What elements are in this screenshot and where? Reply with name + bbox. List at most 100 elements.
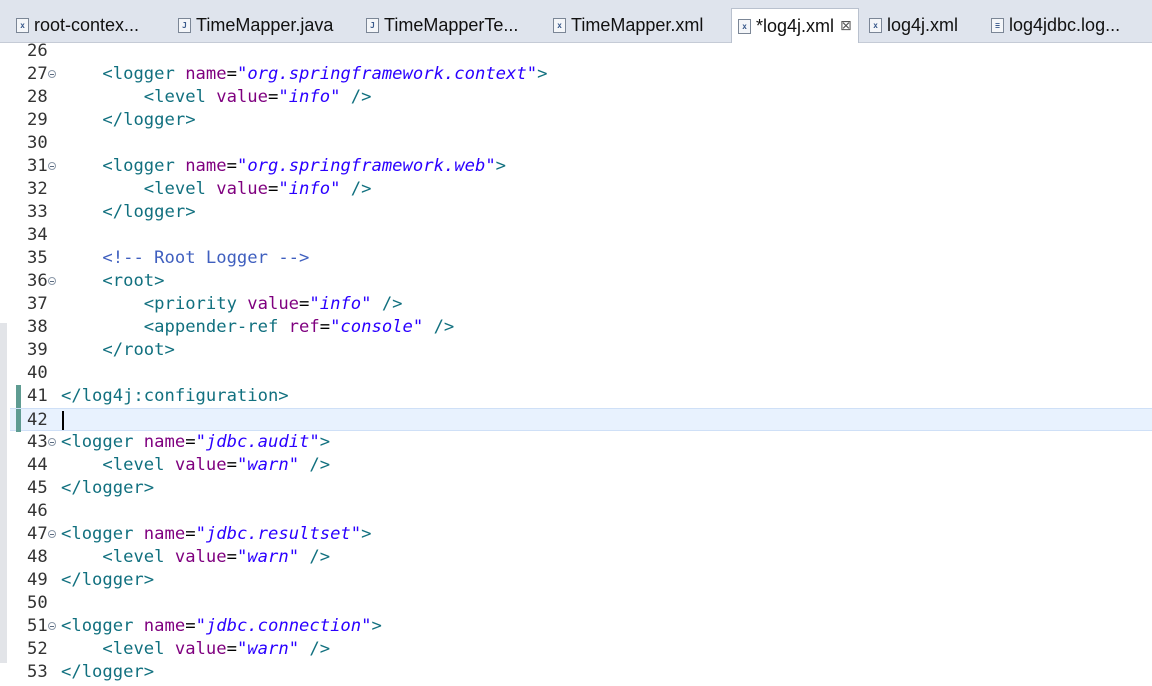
code-token: = [185,616,196,636]
code-line[interactable]: 49 </logger> [10,569,1152,592]
code-token: <level [143,87,217,107]
code-line[interactable]: 37 <priority value="info" /> [10,293,1152,316]
code-line[interactable]: 40 [10,362,1152,385]
code-token: "warn" [236,639,300,659]
java-file-icon: J [178,18,191,33]
line-number: 52 [27,639,48,659]
code-line[interactable]: 47 <logger name="jdbc.resultset"> [10,523,1152,546]
fold-toggle-icon[interactable] [48,162,56,170]
code-line[interactable]: 51 <logger name="jdbc.connection"> [10,615,1152,638]
code-line[interactable]: 36 <root> [10,270,1152,293]
editor-tab[interactable]: x root-contex... [10,9,162,42]
code-text: <level value="warn" /> [61,454,330,477]
code-editor[interactable]: 26 27 <logger name="org.springframework.c… [10,43,1152,686]
code-token: <logger [61,524,144,544]
code-line[interactable]: 48 <level value="warn" /> [10,546,1152,569]
editor-tab[interactable]: x log4j.xml [863,9,973,42]
tab-label: TimeMapperTe... [384,15,519,35]
left-panel-scrollbar[interactable] [0,323,7,663]
code-line[interactable]: 41 </log4j:configuration> [10,385,1152,408]
xml-file-icon: x [553,18,566,33]
code-line[interactable]: 38 <appender-ref ref="console" /> [10,316,1152,339]
code-text: <level value="info" /> [61,86,372,109]
java-file-icon: J [366,18,379,33]
code-token: </logger> [61,570,155,590]
code-token: </log4j:configuration> [61,386,289,406]
fold-toggle-icon[interactable] [48,438,56,446]
change-marker [16,385,21,408]
code-line[interactable]: 28 <level value="info" /> [10,86,1152,109]
code-token: "info" [278,179,341,199]
code-line[interactable]: 31 <logger name="org.springframework.web… [10,155,1152,178]
line-number: 29 [27,110,48,130]
code-line[interactable]: 32 <level value="info" /> [10,178,1152,201]
code-token: = [319,317,331,337]
editor-tab-bar: x root-contex... J TimeMapper.java J TimeMapp… [0,0,1152,43]
code-line[interactable]: 30 [10,132,1152,155]
code-token: <logger [102,156,186,176]
code-token: <logger [61,432,144,452]
code-token: value [174,455,227,475]
tab-label: root-contex... [34,15,140,35]
code-text: <level value="info" /> [61,178,372,201]
code-token: <level [102,547,175,567]
code-line[interactable]: 45 </logger> [10,477,1152,500]
code-token: = [185,524,196,544]
fold-toggle-icon[interactable] [48,530,56,538]
code-text: <level value="warn" /> [61,546,330,569]
code-line[interactable]: 42 [10,408,1152,432]
line-number: 45 [27,478,48,498]
code-token: <level [102,639,175,659]
fold-toggle-icon[interactable] [48,277,56,285]
code-line[interactable]: 43 <logger name="jdbc.audit"> [10,431,1152,454]
line-number: 48 [27,547,48,567]
code-text: </logger> [61,109,195,132]
code-line[interactable]: 39 </root> [10,339,1152,362]
xml-spring-file-icon: x [16,18,29,33]
line-number: 37 [27,294,48,314]
code-token: name [185,156,227,176]
line-number: 39 [27,340,48,360]
code-token: <level [143,179,217,199]
code-line[interactable]: 29 </logger> [10,109,1152,132]
line-number: 46 [27,501,48,521]
code-token: ref [288,317,320,337]
close-tab-icon[interactable]: ⊠ [840,18,852,34]
code-token: = [267,87,279,107]
editor-tab[interactable]: J TimeMapperTe... [360,9,536,42]
tab-label: log4j.xml [887,15,959,35]
code-line[interactable]: 52 <level value="warn" /> [10,638,1152,661]
code-line[interactable]: 26 [10,43,1152,63]
fold-toggle-icon[interactable] [48,70,56,78]
code-token: "info" [309,294,372,314]
editor-tab[interactable]: ≡ log4jdbc.log... [985,9,1135,42]
code-token: "org.springframework.context" [236,64,538,84]
editor-tab[interactable]: J TimeMapper.java [172,9,348,42]
editor-tab[interactable]: x *log4j.xml ⊠ [731,8,859,43]
code-token: = [226,547,237,567]
code-line[interactable]: 34 [10,224,1152,247]
code-line[interactable]: 50 [10,592,1152,615]
code-line[interactable]: 27 <logger name="org.springframework.con… [10,63,1152,86]
code-text: <priority value="info" /> [61,293,403,316]
code-line[interactable]: 35 <!-- Root Logger --> [10,247,1152,270]
code-line[interactable]: 33 </logger> [10,201,1152,224]
code-token: name [143,524,186,544]
code-token: "console" [330,317,424,337]
code-token: <priority [143,294,248,314]
code-token: = [226,639,237,659]
code-token: </logger> [61,662,155,682]
code-line[interactable]: 44 <level value="warn" /> [10,454,1152,477]
code-token: <logger [61,616,144,636]
fold-toggle-icon[interactable] [48,622,56,630]
code-line[interactable]: 53 </logger> [10,661,1152,684]
line-number: 35 [27,248,48,268]
code-token: /> [423,317,455,337]
code-text: <logger name="jdbc.connection"> [61,615,382,638]
editor-tab[interactable]: x TimeMapper.xml [547,9,719,42]
code-line[interactable]: 46 [10,500,1152,523]
code-token: <appender-ref [143,317,289,337]
